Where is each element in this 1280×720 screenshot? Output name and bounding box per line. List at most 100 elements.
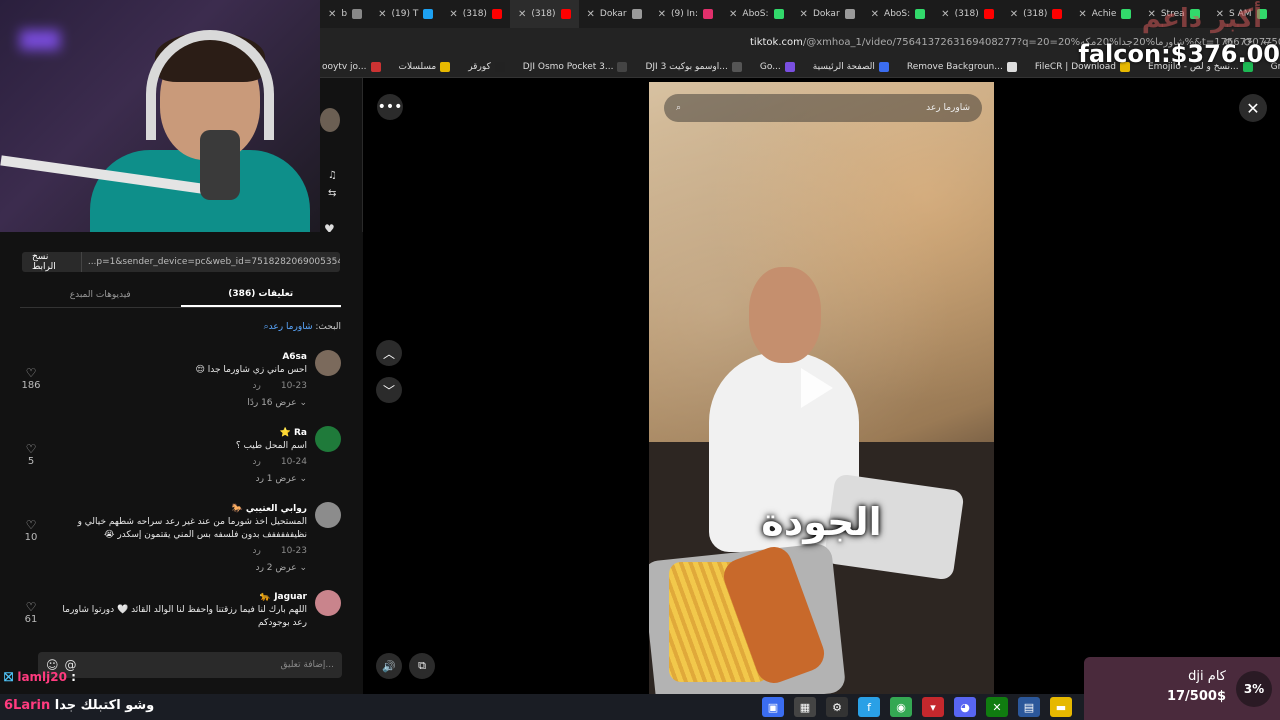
file-explorer-icon[interactable]: ▬ — [1050, 697, 1072, 717]
search-query-link[interactable]: شاورما رعد — [269, 322, 313, 332]
facebook-icon[interactable]: f — [858, 697, 880, 717]
tab-favicon-icon — [773, 9, 784, 19]
next-video-button[interactable]: ﹀ — [376, 377, 402, 403]
bookmark-item[interactable]: ooytv jo... — [322, 61, 381, 72]
creator-avatar[interactable] — [320, 108, 340, 132]
commenter-avatar[interactable] — [315, 590, 341, 616]
bookmark-item[interactable]: Remove Backgroun... — [907, 61, 1017, 72]
view-replies-button[interactable]: ⌄ عرض 16 ردًا — [247, 398, 307, 408]
browser-tab[interactable]: ✕ (19) T — [370, 0, 441, 28]
app-icon-red[interactable]: ▾ — [922, 697, 944, 717]
close-tab-icon[interactable]: ✕ — [800, 9, 808, 20]
search-suggestion[interactable]: البحث: شاورما رعد⌕ — [264, 322, 341, 332]
bookmark-item[interactable]: DJI Osmo Pocket 3... — [523, 61, 628, 72]
bookmark-item[interactable]: كورقر — [468, 61, 505, 72]
volume-button[interactable]: 🔊 — [376, 653, 402, 679]
browser-tab[interactable]: ✕ (318) — [1002, 0, 1071, 28]
app-icon-blue[interactable]: ▣ — [762, 697, 784, 717]
commenter-name[interactable]: A6sa — [282, 352, 307, 362]
heart-icon[interactable]: ♡ — [18, 442, 44, 456]
close-tab-icon[interactable]: ✕ — [587, 9, 595, 20]
close-tab-icon[interactable]: ✕ — [518, 9, 526, 20]
heart-icon[interactable]: ♡ — [18, 600, 44, 614]
comment-like[interactable]: ♡ 10 — [18, 518, 44, 543]
browser-tab[interactable]: ✕ (318) — [933, 0, 1002, 28]
reply-button[interactable]: رد — [252, 381, 260, 391]
commenter-name[interactable]: Jaguar 🐆 — [260, 592, 307, 602]
close-tab-icon[interactable]: ✕ — [941, 9, 949, 20]
video-search-bar[interactable]: ⌕ شاورما رعد — [664, 94, 982, 122]
app-icon-phone[interactable]: ▤ — [1018, 697, 1040, 717]
bookmark-item[interactable]: Go... — [759, 61, 795, 72]
comment-text: اللهم بارك لنا فيما رزقتنا واحفظ لنا الو… — [62, 605, 307, 628]
close-tab-icon[interactable]: ✕ — [729, 9, 737, 20]
more-options-button[interactable]: ••• — [377, 94, 403, 120]
close-tab-icon[interactable]: ✕ — [378, 9, 386, 20]
commenter-avatar[interactable] — [315, 350, 341, 376]
reply-button[interactable]: رد — [252, 546, 260, 556]
chat-username: lamlj20 — [17, 670, 67, 684]
donation-goal-percent: 3% — [1236, 671, 1272, 707]
heart-icon[interactable]: ♡ — [18, 518, 44, 532]
close-tab-icon[interactable]: ✕ — [449, 9, 457, 20]
video-player[interactable]: ⌕ شاورما رعد الجودة — [649, 82, 994, 694]
browser-tab[interactable]: ✕ AboS: — [863, 0, 934, 28]
browser-tab[interactable]: ✕ Achie — [1070, 0, 1139, 28]
comment-input[interactable]: ☺ @ إضافة تعليق... — [38, 652, 342, 678]
search-icon[interactable]: ⌕ — [676, 103, 681, 113]
close-button[interactable]: ✕ — [1239, 94, 1267, 122]
tab-comments[interactable]: تعليقات (386) — [180, 282, 341, 307]
comment-like[interactable]: ♡ 5 — [18, 442, 44, 467]
search-prefix: البحث: — [315, 322, 341, 332]
browser-tab[interactable]: ✕ (318) — [441, 0, 510, 28]
share-icon[interactable]: ⇆ — [328, 188, 336, 199]
bookmark-item[interactable]: DJI اوسمو بوكيت 3... — [645, 61, 742, 72]
close-tab-icon[interactable]: ✕ — [328, 9, 336, 20]
replies-count: عرض 2 رد — [255, 563, 297, 573]
commenter-avatar[interactable] — [315, 426, 341, 452]
commenter-avatar[interactable] — [315, 502, 341, 528]
bookmark-label: Go... — [759, 61, 781, 72]
like-count: 10 — [24, 532, 38, 543]
close-tab-icon[interactable]: ✕ — [871, 9, 879, 20]
music-icon[interactable]: ♫ — [328, 170, 337, 181]
discord-icon[interactable]: ◕ — [954, 697, 976, 717]
commenter-name[interactable]: Ra ⭐ — [280, 428, 307, 438]
picture-in-picture-button[interactable]: ⧉ — [409, 653, 435, 679]
store-icon[interactable]: ▦ — [794, 697, 816, 717]
close-tab-icon[interactable]: ✕ — [658, 9, 666, 20]
browser-tab[interactable]: ✕ (318) — [509, 0, 579, 28]
comment-like[interactable]: ♡ 186 — [18, 366, 44, 391]
xbox-icon[interactable]: ✕ — [986, 697, 1008, 717]
view-replies-button[interactable]: ⌄ عرض 1 رد — [256, 474, 307, 484]
tab-creator-videos[interactable]: فيديوهات المبدع — [20, 282, 181, 307]
heart-icon[interactable]: ♡ — [18, 366, 44, 380]
bookmark-favicon-icon — [440, 61, 451, 72]
play-icon[interactable] — [801, 368, 833, 408]
bookmark-favicon-icon — [731, 61, 742, 72]
browser-tab[interactable]: ✕ AboS: — [721, 0, 792, 28]
tab-title: Dokar — [599, 9, 627, 19]
close-tab-icon[interactable]: ✕ — [1078, 9, 1086, 20]
browser-tab[interactable]: ✕ Dokar — [579, 0, 650, 28]
share-link-text[interactable]: ...p=1&sender_device=pc&web_id=751828206… — [82, 257, 340, 267]
browser-tab[interactable]: ✕ Dokar — [792, 0, 863, 28]
settings-icon[interactable]: ⚙ — [826, 697, 848, 717]
tab-title: (318) — [531, 9, 556, 19]
tab-title: AboS: — [742, 9, 769, 19]
commenter-name[interactable]: روابي العتيبي 🐎 — [232, 504, 308, 514]
comment-meta: 10-23 رد — [252, 381, 307, 391]
browser-tab[interactable]: ✕ (9) In: — [650, 0, 721, 28]
close-tab-icon[interactable]: ✕ — [1010, 9, 1018, 20]
bookmark-item[interactable]: الصفحة الرئيسية — [813, 61, 889, 72]
view-replies-button[interactable]: ⌄ عرض 2 رد — [256, 563, 307, 573]
chrome-icon[interactable]: ◉ — [890, 697, 912, 717]
bookmark-item[interactable]: مسلسلات — [399, 61, 451, 72]
copy-link-button[interactable]: نسخ الرابط — [22, 252, 82, 272]
previous-video-button[interactable]: ︿ — [376, 340, 402, 366]
browser-tab[interactable]: ✕ b — [320, 0, 370, 28]
reply-button[interactable]: رد — [252, 457, 260, 467]
comment-like[interactable]: ♡ 61 — [18, 600, 44, 625]
comment-text: اسم المحل طيب ؟ — [235, 441, 307, 451]
comment-date: 10-23 — [280, 546, 307, 556]
